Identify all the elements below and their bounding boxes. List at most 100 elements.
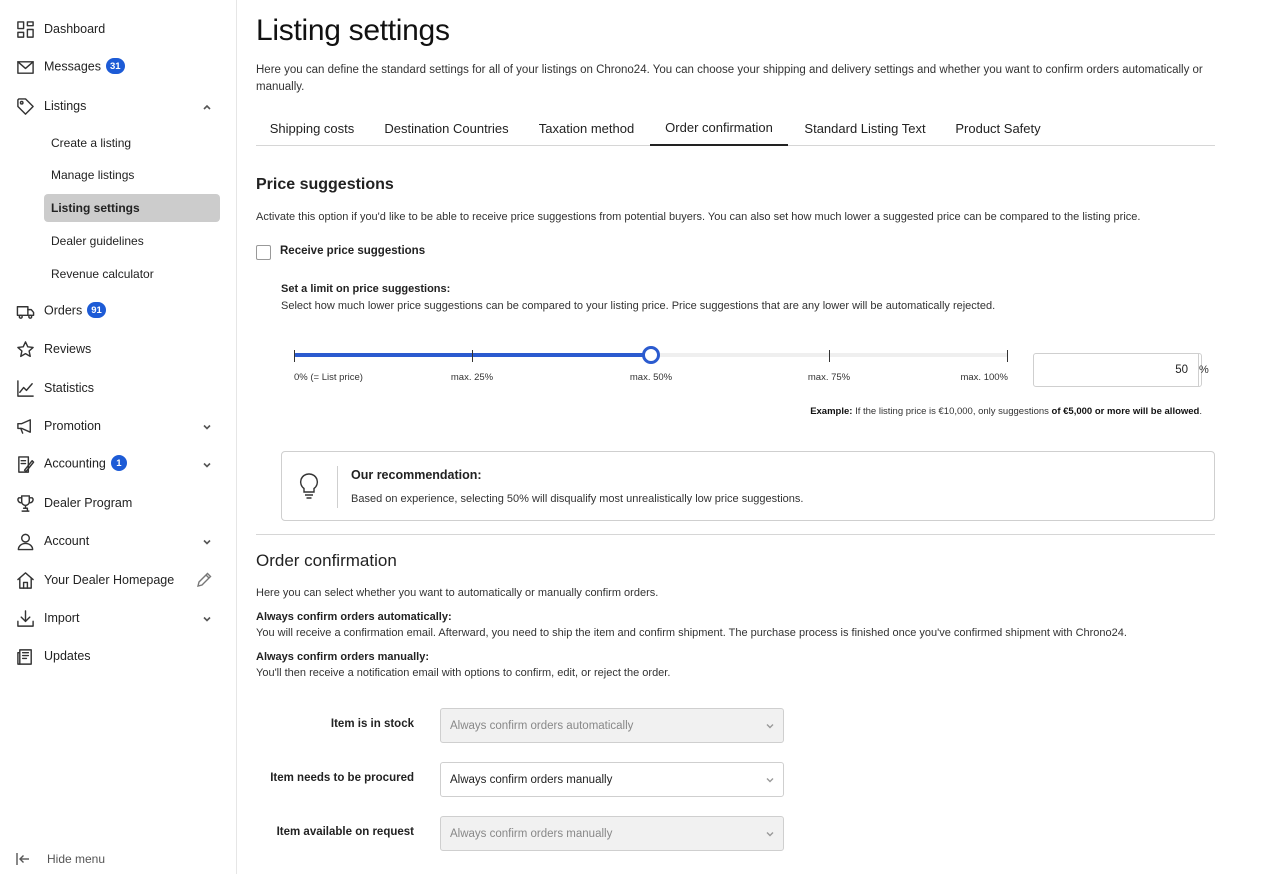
chevron-down-icon[interactable] bbox=[201, 535, 213, 547]
chevron-down-icon bbox=[765, 775, 775, 785]
receive-price-suggestions-checkbox[interactable] bbox=[256, 245, 271, 260]
nav-statistics[interactable]: Statistics bbox=[0, 373, 237, 403]
tag-icon bbox=[15, 96, 35, 116]
page-intro: Here you can define the standard setting… bbox=[256, 64, 1203, 93]
nav-dealer-program[interactable]: Dealer Program bbox=[0, 488, 237, 518]
hide-menu-button[interactable]: Hide menu bbox=[15, 851, 105, 867]
nav-dealer-program-label: Dealer Program bbox=[44, 496, 133, 510]
percent-input[interactable] bbox=[1034, 354, 1198, 386]
item-in-stock-value: Always confirm orders automatically bbox=[450, 719, 634, 732]
slider-thumb[interactable] bbox=[642, 346, 660, 364]
nav-dealer-homepage[interactable]: Your Dealer Homepage bbox=[0, 565, 237, 595]
item-on-request-label: Item available on request bbox=[276, 826, 414, 838]
nav-accounting-label-wrap: Accounting 1 bbox=[44, 455, 127, 472]
chevron-down-icon bbox=[765, 721, 775, 731]
home-icon bbox=[15, 570, 35, 590]
example-bold: of €5,000 or more will be allowed bbox=[1051, 406, 1200, 417]
order-confirmation-description: Here you can select whether you want to … bbox=[256, 587, 659, 599]
tab-product-safety[interactable]: Product Safety bbox=[942, 110, 1054, 146]
nav-updates[interactable]: Updates bbox=[0, 641, 237, 671]
recommendation-box: Our recommendation: Based on experience,… bbox=[281, 451, 1215, 521]
sub-listing-settings[interactable]: Listing settings bbox=[44, 194, 220, 222]
truck-icon bbox=[15, 301, 35, 321]
chevron-up-icon[interactable] bbox=[201, 100, 213, 112]
slider-label-75: max. 75% bbox=[807, 372, 851, 383]
chevron-down-icon[interactable] bbox=[201, 612, 213, 624]
example-text: Example: If the listing price is €10,000… bbox=[810, 406, 1202, 417]
nav-messages-label: Messages bbox=[44, 59, 101, 74]
lightbulb-icon bbox=[297, 472, 321, 500]
slider-label-25: max. 25% bbox=[450, 372, 494, 383]
nav-listings-label: Listings bbox=[44, 99, 87, 113]
page-title: Listing settings bbox=[256, 14, 450, 47]
messages-badge: 31 bbox=[105, 58, 125, 74]
manual-confirm-title: Always confirm orders manually: bbox=[256, 651, 429, 663]
tab-order-confirmation[interactable]: Order confirmation bbox=[650, 110, 788, 146]
item-on-request-value: Always confirm orders manually bbox=[450, 827, 613, 840]
chevron-down-icon[interactable] bbox=[201, 420, 213, 432]
sub-dealer-guidelines[interactable]: Dealer guidelines bbox=[44, 227, 220, 255]
sub-manage-listings[interactable]: Manage listings bbox=[44, 161, 220, 189]
slider-tick bbox=[829, 350, 830, 362]
nav-promotion[interactable]: Promotion bbox=[0, 411, 237, 441]
chevron-down-icon[interactable] bbox=[201, 458, 213, 470]
nav-account[interactable]: Account bbox=[0, 526, 237, 556]
megaphone-icon bbox=[15, 416, 35, 436]
chart-line-icon bbox=[15, 378, 35, 398]
user-icon bbox=[15, 531, 35, 551]
envelope-icon bbox=[15, 57, 35, 77]
tab-taxation-method[interactable]: Taxation method bbox=[525, 110, 648, 146]
nav-orders[interactable]: Orders 91 bbox=[0, 296, 237, 326]
receive-price-suggestions-label[interactable]: Receive price suggestions bbox=[280, 245, 425, 257]
nav-statistics-label: Statistics bbox=[44, 381, 95, 395]
nav-reviews[interactable]: Reviews bbox=[0, 334, 237, 364]
accounting-badge: 1 bbox=[110, 455, 127, 471]
nav-orders-label: Orders bbox=[44, 303, 83, 318]
sub-revenue-calculator[interactable]: Revenue calculator bbox=[44, 260, 220, 288]
nav-dealer-homepage-label: Your Dealer Homepage bbox=[44, 573, 175, 587]
example-label: Example: bbox=[810, 406, 853, 417]
auto-confirm-title: Always confirm orders automatically: bbox=[256, 611, 452, 623]
slider-label-100: max. 100% bbox=[960, 372, 1008, 383]
nav-listings[interactable]: Listings bbox=[0, 91, 237, 121]
percent-input-group: % bbox=[1033, 353, 1209, 387]
price-suggestions-description: Activate this option if you'd like to be… bbox=[256, 211, 1141, 223]
nav-accounting[interactable]: Accounting 1 bbox=[0, 449, 237, 479]
trophy-icon bbox=[15, 493, 35, 513]
recommendation-separator bbox=[337, 466, 338, 508]
slider-label-0: 0% (= List price) bbox=[294, 372, 363, 383]
orders-badge: 91 bbox=[87, 302, 106, 318]
nav-import[interactable]: Import bbox=[0, 603, 237, 633]
limit-title: Set a limit on price suggestions: bbox=[281, 283, 451, 295]
tab-bar: Shipping costs Destination Countries Tax… bbox=[256, 110, 1215, 146]
manual-confirm-description: You'll then receive a notification email… bbox=[256, 667, 671, 679]
price-limit-slider[interactable]: 0% (= List price) max. 25% max. 50% max.… bbox=[294, 345, 1008, 385]
item-procured-label: Item needs to be procured bbox=[270, 772, 414, 784]
tab-shipping-costs[interactable]: Shipping costs bbox=[256, 110, 368, 146]
nav-dashboard[interactable]: Dashboard bbox=[0, 14, 237, 44]
section-divider bbox=[256, 534, 1215, 535]
sub-create-listing[interactable]: Create a listing bbox=[44, 129, 220, 157]
collapse-arrow-icon bbox=[16, 853, 29, 865]
nav-orders-label-wrap: Orders 91 bbox=[44, 302, 106, 319]
nav-messages-label-wrap: Messages 31 bbox=[44, 58, 125, 75]
tab-destination-countries[interactable]: Destination Countries bbox=[370, 110, 523, 146]
item-procured-select[interactable]: Always confirm orders manually bbox=[440, 762, 784, 797]
tab-standard-listing-text[interactable]: Standard Listing Text bbox=[790, 110, 940, 146]
recommendation-title: Our recommendation: bbox=[351, 468, 482, 482]
slider-label-50: max. 50% bbox=[629, 372, 673, 383]
nav-import-label: Import bbox=[44, 611, 80, 625]
limit-description: Select how much lower price suggestions … bbox=[281, 300, 996, 312]
auto-confirm-description: You will receive a confirmation email. A… bbox=[256, 627, 1127, 639]
newspaper-icon bbox=[15, 646, 35, 666]
percent-unit: % bbox=[1198, 354, 1209, 386]
pencil-icon[interactable] bbox=[196, 572, 212, 588]
example-body: If the listing price is €10,000, only su… bbox=[852, 406, 1052, 417]
example-end: . bbox=[1199, 406, 1202, 417]
item-on-request-select[interactable]: Always confirm orders manually bbox=[440, 816, 784, 851]
nav-reviews-label: Reviews bbox=[44, 342, 92, 356]
item-in-stock-select[interactable]: Always confirm orders automatically bbox=[440, 708, 784, 743]
nav-dashboard-label: Dashboard bbox=[44, 22, 106, 36]
nav-messages[interactable]: Messages 31 bbox=[0, 52, 237, 82]
app-root: Dashboard Messages 31 Listings Create a l… bbox=[0, 0, 1271, 874]
